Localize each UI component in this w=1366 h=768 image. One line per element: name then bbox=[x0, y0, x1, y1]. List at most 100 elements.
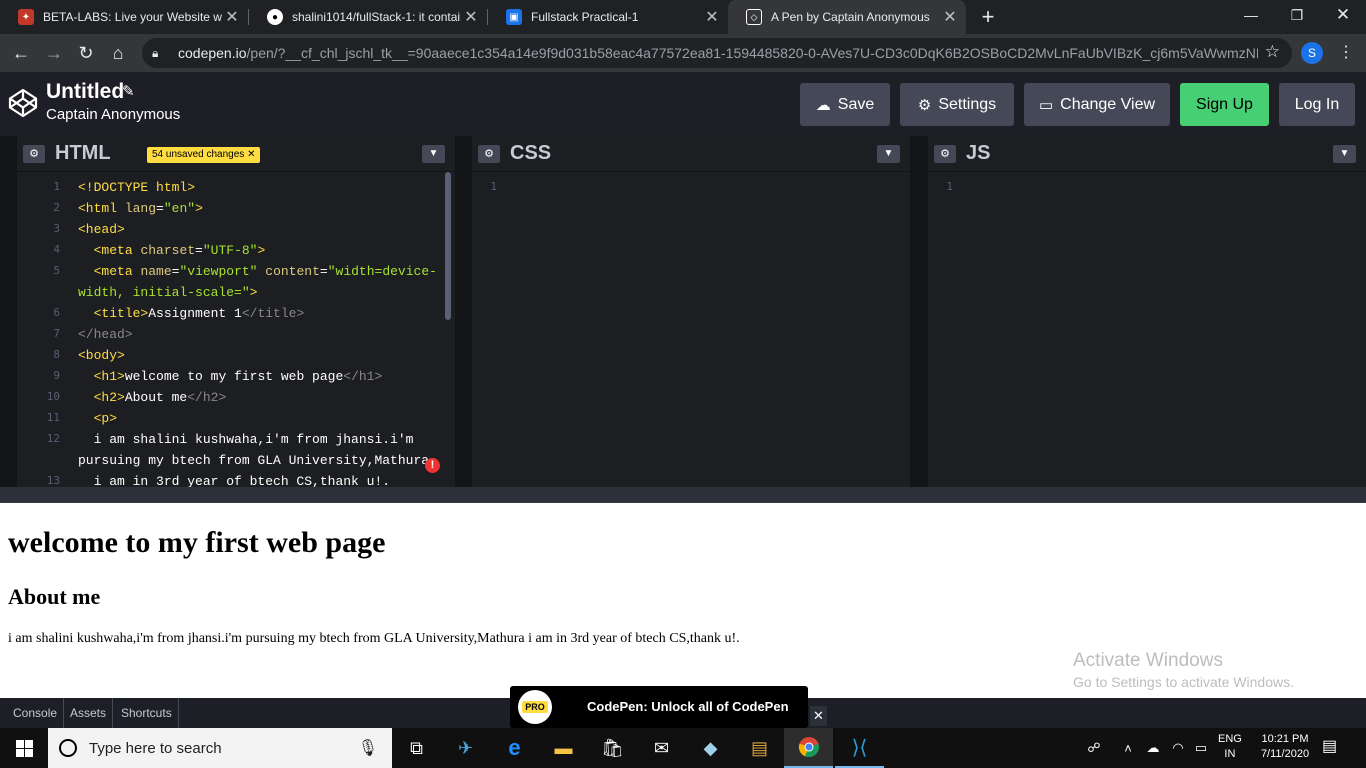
people-app-icon[interactable]: ✈ bbox=[441, 728, 490, 768]
signup-button[interactable]: Sign Up bbox=[1180, 83, 1269, 126]
close-window-button[interactable]: ✕ bbox=[1320, 0, 1366, 30]
tab-title: shalini1014/fullStack-1: it contain bbox=[292, 10, 461, 24]
edge-icon[interactable]: e bbox=[490, 728, 539, 768]
close-tab-icon[interactable]: ✕ bbox=[222, 7, 242, 27]
error-indicator-icon[interactable]: ! bbox=[425, 458, 440, 473]
minimize-window-button[interactable]: — bbox=[1228, 0, 1274, 30]
css-code-editor[interactable]: 1 bbox=[472, 172, 910, 487]
onedrive-cloud-icon[interactable]: ☁ bbox=[1143, 728, 1163, 768]
js-settings-gear-icon[interactable]: ⚙ bbox=[934, 145, 956, 163]
browser-tab-github[interactable]: ● shalini1014/fullStack-1: it contain ✕ bbox=[249, 0, 487, 34]
code-line[interactable]: width, initial-scale="> bbox=[78, 285, 257, 300]
url-host: codepen.io bbox=[178, 45, 247, 61]
back-icon[interactable]: ← bbox=[8, 40, 34, 66]
chevron-down-icon[interactable]: ▼ bbox=[422, 145, 445, 163]
store-icon[interactable]: 🛍︎ bbox=[588, 728, 637, 768]
code-line[interactable]: <title>Assignment 1</title> bbox=[78, 306, 305, 321]
new-tab-button[interactable]: + bbox=[977, 4, 999, 30]
line-number: 7 bbox=[53, 327, 60, 340]
address-bar[interactable]: 🔒︎ codepen.io/pen/?__cf_chl_jschl_tk__=9… bbox=[142, 38, 1292, 68]
pen-title[interactable]: Untitled bbox=[46, 80, 124, 104]
lock-icon[interactable]: 🔒︎ bbox=[152, 46, 170, 61]
console-button[interactable]: Console bbox=[7, 698, 65, 728]
save-label: Save bbox=[837, 95, 875, 113]
css-settings-gear-icon[interactable]: ⚙ bbox=[478, 145, 500, 163]
profile-avatar[interactable]: S bbox=[1301, 42, 1323, 64]
line-number: 1 bbox=[53, 180, 60, 193]
code-line[interactable]: pursuing my btech from GLA University,Ma… bbox=[78, 453, 429, 468]
mail-icon[interactable]: ✉ bbox=[637, 728, 686, 768]
chevron-up-icon[interactable]: ˄ bbox=[1120, 728, 1136, 768]
close-icon[interactable]: ✕ bbox=[247, 149, 255, 160]
chevron-down-icon[interactable]: ▼ bbox=[1333, 145, 1356, 163]
forward-icon[interactable]: → bbox=[41, 40, 67, 66]
task-view-icon[interactable]: ⧉ bbox=[392, 728, 441, 768]
assets-button[interactable]: Assets bbox=[64, 698, 114, 728]
preview-resize-handle[interactable] bbox=[0, 487, 1366, 503]
html-settings-gear-icon[interactable]: ⚙ bbox=[23, 145, 45, 163]
microphone-icon[interactable]: 🎙︎ bbox=[358, 738, 378, 758]
html-code-editor[interactable]: 1 2 3 4 5 6 7 8 9 10 11 12 13 <!DOCTYPE … bbox=[17, 172, 455, 487]
app-icon[interactable]: ◆ bbox=[686, 728, 735, 768]
codepen-logo-icon[interactable] bbox=[8, 88, 38, 118]
line-number: 4 bbox=[53, 243, 60, 256]
code-line[interactable]: <h2>About me</h2> bbox=[78, 390, 227, 405]
code-line[interactable]: <head> bbox=[78, 222, 125, 237]
notifications-icon[interactable]: ▤ bbox=[1322, 736, 1337, 756]
login-button[interactable]: Log In bbox=[1279, 83, 1355, 126]
browser-menu-icon[interactable]: ⋮ bbox=[1338, 42, 1354, 64]
tab-title: BETA-LABS: Live your Website wi bbox=[43, 10, 222, 24]
browser-tab-betalabs[interactable]: ✦ BETA-LABS: Live your Website wi ✕ bbox=[0, 0, 248, 34]
people-icon[interactable]: ☍ bbox=[1084, 728, 1104, 768]
start-button[interactable] bbox=[0, 728, 48, 768]
browser-tab-codepen-active[interactable]: ◇ A Pen by Captain Anonymous ✕ bbox=[728, 0, 966, 34]
region-code: IN bbox=[1224, 748, 1236, 760]
code-line[interactable]: </head> bbox=[78, 327, 133, 342]
chrome-icon[interactable] bbox=[784, 728, 833, 768]
reload-icon[interactable]: ↻ bbox=[73, 40, 99, 66]
windows-logo-icon bbox=[15, 739, 33, 757]
wifi-icon[interactable]: ◠ bbox=[1168, 728, 1188, 768]
taskbar-search-box[interactable]: Type here to search 🎙︎ bbox=[48, 728, 392, 768]
chevron-down-icon[interactable]: ▼ bbox=[877, 145, 900, 163]
bookmark-star-icon[interactable]: ☆ bbox=[1265, 42, 1280, 62]
code-line[interactable]: <h1>welcome to my first web page</h1> bbox=[78, 369, 383, 384]
line-number: 12 bbox=[46, 432, 60, 445]
vscode-icon[interactable]: ⟩⟨ bbox=[835, 728, 884, 768]
code-line[interactable]: <p> bbox=[78, 411, 117, 426]
python-icon[interactable]: ▤ bbox=[735, 728, 784, 768]
code-line[interactable]: <body> bbox=[78, 348, 125, 363]
file-explorer-icon[interactable]: ▬ bbox=[539, 728, 588, 768]
battery-icon[interactable]: ▭ bbox=[1191, 728, 1211, 768]
input-language-indicator[interactable]: ENG IN bbox=[1218, 732, 1242, 762]
code-line[interactable]: i am in 3rd year of btech CS,thank u!. bbox=[78, 474, 390, 487]
browser-tab-classroom[interactable]: ▣ Fullstack Practical-1 ✕ bbox=[488, 0, 728, 34]
clock-date: 7/11/2020 bbox=[1260, 748, 1310, 760]
js-editor-pane: ⚙ JS ▼ 1 bbox=[928, 136, 1366, 487]
pro-promo-banner[interactable]: PRO CodePen: Unlock all of CodePen bbox=[510, 686, 808, 728]
code-line[interactable]: i am shalini kushwaha,i'm from jhansi.i'… bbox=[78, 432, 414, 447]
line-number: 3 bbox=[53, 222, 60, 235]
code-line[interactable]: <meta charset="UTF-8"> bbox=[78, 243, 266, 258]
shortcuts-button[interactable]: Shortcuts bbox=[115, 698, 179, 728]
edit-title-pencil-icon[interactable]: ✎ bbox=[122, 82, 135, 100]
code-line[interactable]: <meta name="viewport" content="width=dev… bbox=[78, 264, 437, 279]
close-tab-icon[interactable]: ✕ bbox=[940, 7, 960, 27]
code-line[interactable]: <html lang="en"> bbox=[78, 201, 203, 216]
editor-scrollbar[interactable] bbox=[445, 172, 451, 320]
home-icon[interactable]: ⌂ bbox=[105, 40, 131, 66]
preview-heading-1: welcome to my first web page bbox=[8, 526, 386, 559]
restore-window-button[interactable]: ❐ bbox=[1274, 0, 1320, 30]
save-button[interactable]: ☁ Save bbox=[800, 83, 890, 126]
html-editor-pane: ⚙ HTML 54 unsaved changes ✕ ▼ 1 2 3 4 5 … bbox=[17, 136, 455, 487]
close-tab-icon[interactable]: ✕ bbox=[461, 7, 481, 27]
js-code-editor[interactable]: 1 bbox=[928, 172, 1366, 487]
unsaved-changes-badge[interactable]: 54 unsaved changes ✕ bbox=[147, 147, 261, 163]
settings-button[interactable]: ⚙ Settings bbox=[900, 83, 1014, 126]
change-view-button[interactable]: ▭ Change View bbox=[1024, 83, 1170, 126]
browser-tab-bar: ✦ BETA-LABS: Live your Website wi ✕ ● sh… bbox=[0, 0, 1366, 34]
close-tab-icon[interactable]: ✕ bbox=[702, 7, 722, 27]
taskbar-clock[interactable]: 10:21 PM 7/11/2020 bbox=[1252, 732, 1318, 762]
code-line[interactable]: <!DOCTYPE html> bbox=[78, 180, 195, 195]
close-promo-icon[interactable]: ✕ bbox=[810, 706, 827, 726]
